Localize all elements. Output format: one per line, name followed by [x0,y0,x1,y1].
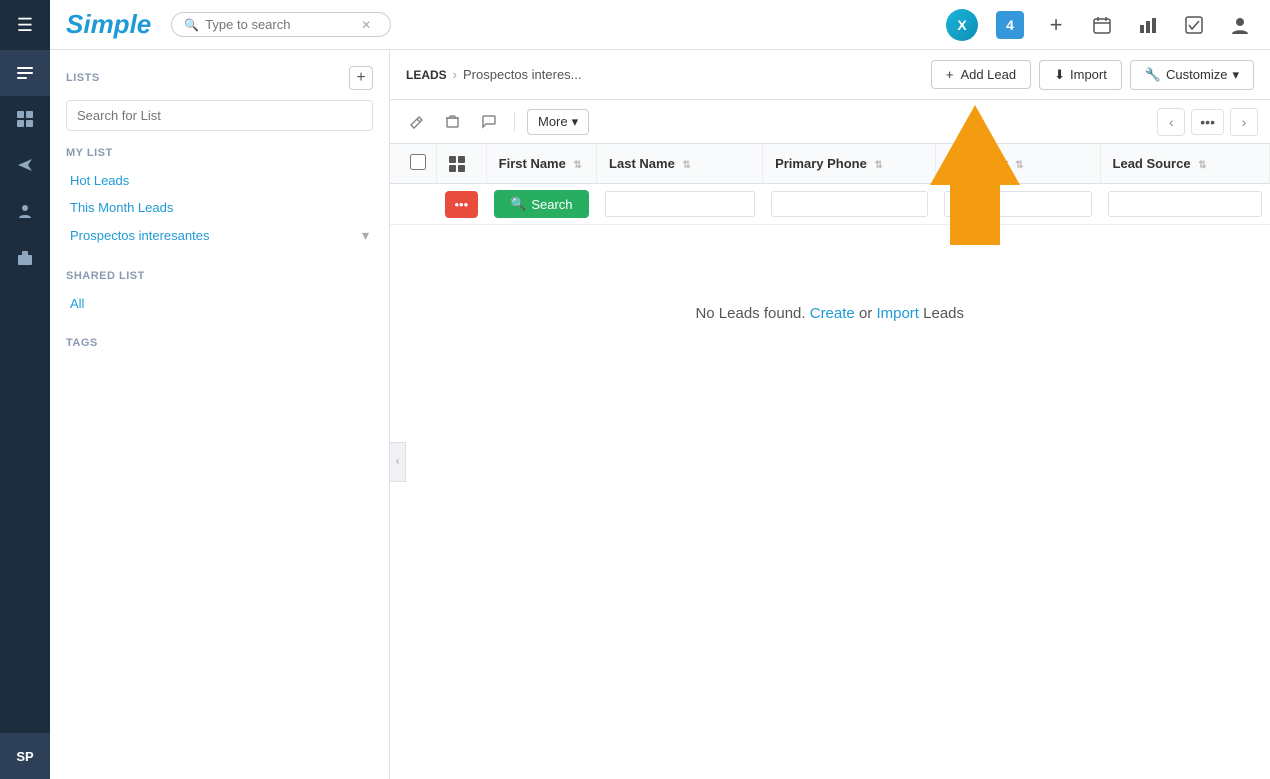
tags-title: TAGS [66,337,373,349]
select-all-checkbox[interactable] [410,154,426,170]
import-link[interactable]: Import [876,305,919,322]
phone-filter[interactable] [771,191,928,217]
header-right: X 4 + [946,9,1254,41]
comment-icon[interactable] [474,108,502,136]
more-button[interactable]: More ▾ [527,109,589,135]
add-lead-button[interactable]: + Add Lead [931,60,1031,89]
no-leads-row: No Leads found. Create or Import Leads [390,225,1270,403]
xero-icon[interactable]: X [946,9,978,41]
lead-source-filter[interactable] [1108,191,1261,217]
import-icon: ⬇ [1054,67,1065,83]
clear-icon[interactable]: ✕ [361,18,371,32]
create-link[interactable]: Create [810,305,855,322]
search-input[interactable] [205,17,355,32]
sort-lead-source-icon: ⇅ [1198,160,1206,171]
customize-chevron-icon: ▾ [1232,67,1239,83]
prev-page-button[interactable]: ‹ [1157,108,1185,136]
sidebar: LISTS + MY LIST Hot Leads This Month Lea… [50,50,390,779]
customize-button[interactable]: 🔧 Customize ▾ [1130,60,1254,90]
list-item-this-month[interactable]: This Month Leads [66,194,373,221]
list-item-prospectos[interactable]: Prospectos interesantes ▾ [66,221,373,250]
breadcrumb-leads: LEADS [406,68,447,82]
lists-section-header: LISTS + [66,66,373,90]
nav-bar: ☰ SP [0,0,50,779]
filter-button[interactable]: ••• [445,191,479,218]
my-list-title: MY LIST [66,147,373,159]
calendar-icon[interactable] [1088,11,1116,39]
more-chevron-icon: ▾ [572,114,579,130]
next-page-button[interactable]: › [1230,108,1258,136]
list-item-hot-leads[interactable]: Hot Leads [66,167,373,194]
search-button[interactable]: 🔍 Search [494,190,588,218]
company-filter[interactable] [944,191,1092,217]
header: Simple 🔍 ✕ X 4 + [50,0,1270,50]
nav-item-sp[interactable]: SP [0,733,50,779]
menu-icon[interactable]: ☰ [0,0,50,50]
sort-last-name-icon: ⇅ [682,160,690,171]
edit-icon[interactable] [402,108,430,136]
breadcrumb: LEADS › Prospectos interes... [406,67,582,82]
col-lead-source[interactable]: Lead Source ⇅ [1100,144,1269,184]
grid-view-icon[interactable] [449,156,465,172]
sort-company-icon: ⇅ [1015,160,1023,171]
no-leads-message: No Leads found. Create or Import Leads [390,225,1270,402]
nav-item-leads[interactable] [0,50,50,96]
breadcrumb-actions: + Add Lead ⬇ Import 🔧 Customize ▾ [931,60,1254,90]
nav-item-people[interactable] [0,188,50,234]
nav-item-companies[interactable] [0,234,50,280]
chevron-down-icon: ▾ [362,227,369,244]
lists-title: LISTS [66,72,100,84]
breadcrumb-bar: LEADS › Prospectos interes... + Add Lead… [390,50,1270,100]
global-search-bar: 🔍 ✕ [171,12,391,37]
user-icon[interactable] [1226,11,1254,39]
col-checkbox [390,144,437,184]
toolbar-divider [514,112,515,132]
chart-icon[interactable] [1134,11,1162,39]
list-item-all[interactable]: All [66,290,373,317]
leads-table: First Name ⇅ Last Name ⇅ Primary Phone ⇅ [390,144,1270,402]
toolbar: More ▾ ‹ ••• › [390,100,1270,144]
content-area: LEADS › Prospectos interes... + Add Lead… [390,50,1270,779]
nav-item-campaigns[interactable] [0,142,50,188]
last-name-filter[interactable] [605,191,755,217]
collapse-sidebar-button[interactable]: ‹ [390,442,406,482]
wrench-icon: 🔧 [1145,67,1161,83]
import-button[interactable]: ⬇ Import [1039,60,1122,90]
sort-phone-icon: ⇅ [874,160,882,171]
more-options-button[interactable]: ••• [1191,109,1224,135]
col-first-name[interactable]: First Name ⇅ [486,144,596,184]
nav-item-contacts[interactable] [0,96,50,142]
num4-icon[interactable]: 4 [996,11,1024,39]
col-grid [437,144,487,184]
col-company[interactable]: Company ⇅ [936,144,1100,184]
search-list-input[interactable] [66,100,373,131]
col-last-name[interactable]: Last Name ⇅ [597,144,763,184]
app-logo: Simple [66,9,151,40]
shared-list-title: SHARED LIST [66,270,373,282]
table-container: ‹ First Name [390,144,1270,779]
toolbar-right: ‹ ••• › [1157,108,1258,136]
plus-icon: + [946,67,954,82]
check-icon[interactable] [1180,11,1208,39]
search-icon: 🔍 [184,18,199,32]
filter-row: ••• 🔍 Search [390,184,1270,225]
delete-icon[interactable] [438,108,466,136]
add-list-button[interactable]: + [349,66,373,90]
sort-first-name-icon: ⇅ [573,160,581,171]
col-primary-phone[interactable]: Primary Phone ⇅ [763,144,936,184]
main-container: LISTS + MY LIST Hot Leads This Month Lea… [50,50,1270,779]
breadcrumb-separator: › [453,67,457,82]
add-icon[interactable]: + [1042,11,1070,39]
breadcrumb-current: Prospectos interes... [463,67,582,82]
search-btn-icon: 🔍 [510,196,526,212]
